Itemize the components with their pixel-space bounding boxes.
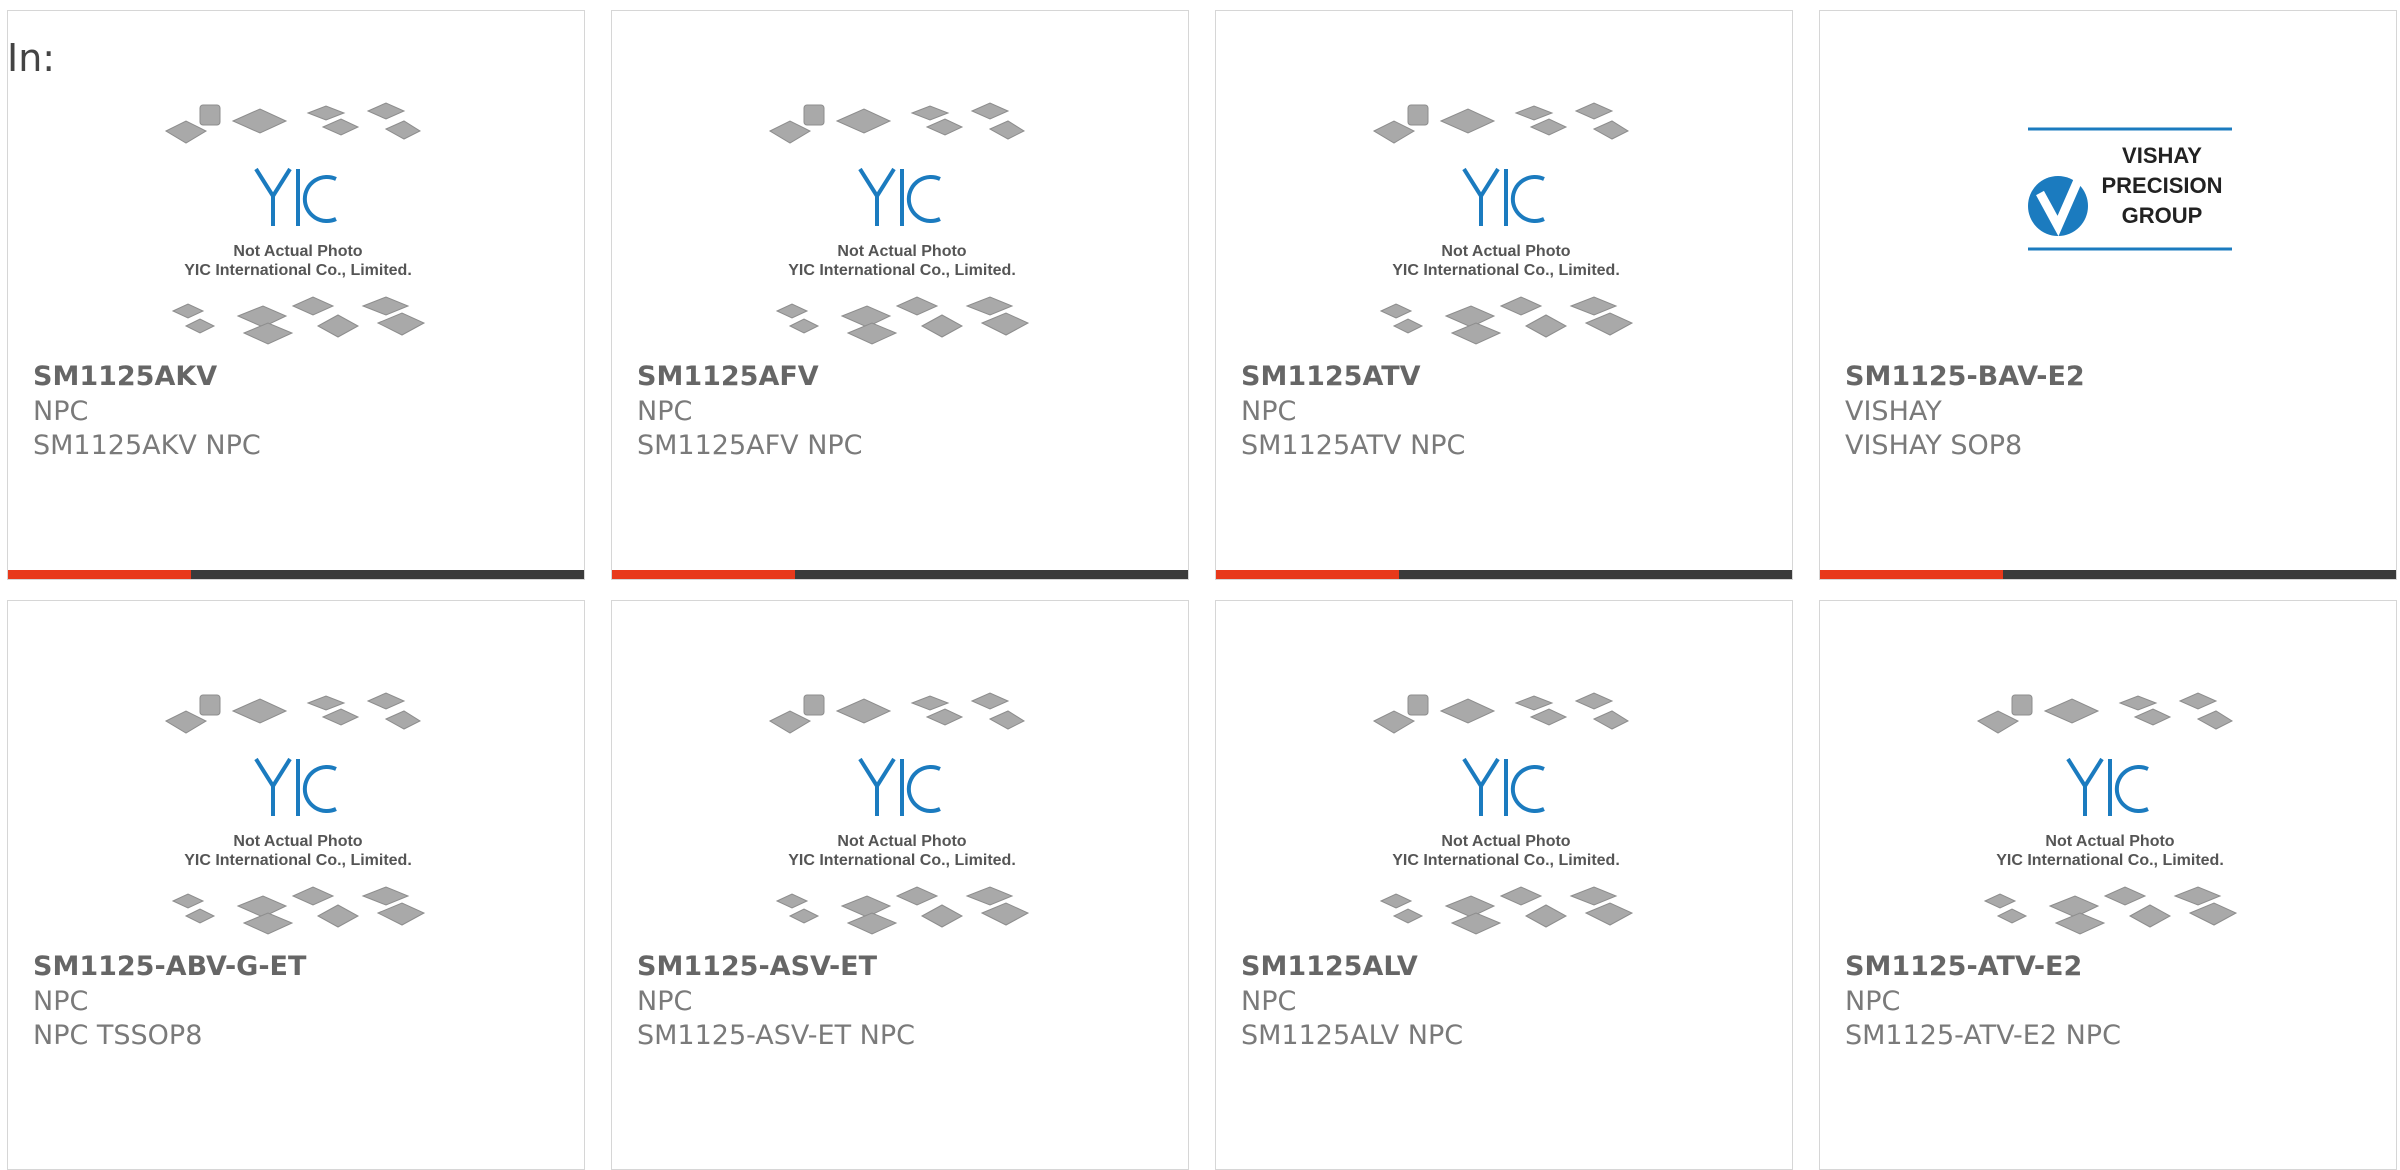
product-card[interactable]: Not Actual Photo YIC International Co., … bbox=[1215, 600, 1793, 1170]
product-part-number[interactable]: SM1125-ATV-E2 bbox=[1845, 951, 2082, 982]
placeholder-line2: YIC International Co., Limited. bbox=[1392, 262, 1620, 279]
product-thumbnail[interactable]: Not Actual Photo YIC International Co., … bbox=[158, 691, 438, 941]
card-footer-accent bbox=[1820, 570, 2003, 579]
placeholder-line1: Not Actual Photo bbox=[233, 833, 362, 850]
card-footer-bar bbox=[612, 570, 1188, 579]
product-part-number[interactable]: SM1125ATV bbox=[1241, 361, 1421, 392]
card-footer-accent bbox=[612, 570, 795, 579]
product-part-number[interactable]: SM1125-ASV-ET bbox=[637, 951, 877, 982]
product-description: SM1125-ATV-E2 NPC bbox=[1845, 1020, 2121, 1051]
product-description: VISHAY SOP8 bbox=[1845, 430, 2023, 461]
product-card[interactable]: Not Actual Photo YIC International Co., … bbox=[611, 600, 1189, 1170]
card-footer-bar bbox=[1820, 570, 2396, 579]
product-manufacturer: VISHAY bbox=[1845, 396, 1942, 427]
placeholder-line1: Not Actual Photo bbox=[1441, 833, 1570, 850]
placeholder-line2: YIC International Co., Limited. bbox=[788, 262, 1016, 279]
product-thumbnail[interactable]: Not Actual Photo YIC International Co., … bbox=[1366, 101, 1646, 351]
vishay-line2: PRECISION bbox=[2101, 173, 2222, 198]
product-manufacturer: NPC bbox=[33, 986, 89, 1017]
product-description: NPC TSSOP8 bbox=[33, 1020, 203, 1051]
placeholder-line1: Not Actual Photo bbox=[233, 243, 362, 260]
product-part-number[interactable]: SM1125AKV bbox=[33, 361, 217, 392]
placeholder-line2: YIC International Co., Limited. bbox=[1392, 852, 1620, 869]
in-label: In: bbox=[7, 36, 56, 80]
product-description: SM1125-ASV-ET NPC bbox=[637, 1020, 916, 1051]
placeholder-line2: YIC International Co., Limited. bbox=[184, 262, 412, 279]
product-placeholder-image: Not Actual Photo YIC International Co., … bbox=[164, 692, 426, 935]
product-thumbnail[interactable]: VISHAY PRECISION GROUP bbox=[1970, 101, 2250, 351]
product-manufacturer: NPC bbox=[637, 396, 693, 427]
product-card[interactable]: Not Actual Photo YIC International Co., … bbox=[7, 600, 585, 1170]
vishay-line1: VISHAY bbox=[2122, 143, 2202, 168]
product-thumbnail[interactable]: Not Actual Photo YIC International Co., … bbox=[158, 101, 438, 351]
product-part-number[interactable]: SM1125ALV bbox=[1241, 951, 1418, 982]
product-thumbnail[interactable]: Not Actual Photo YIC International Co., … bbox=[1970, 691, 2250, 941]
product-card[interactable]: Not Actual Photo YIC International Co., … bbox=[1819, 600, 2397, 1170]
product-placeholder-image: Not Actual Photo YIC International Co., … bbox=[164, 102, 426, 345]
product-thumbnail[interactable]: Not Actual Photo YIC International Co., … bbox=[762, 101, 1042, 351]
placeholder-line1: Not Actual Photo bbox=[837, 833, 966, 850]
placeholder-line1: Not Actual Photo bbox=[1441, 243, 1570, 260]
product-thumbnail[interactable]: Not Actual Photo YIC International Co., … bbox=[1366, 691, 1646, 941]
product-thumbnail[interactable]: Not Actual Photo YIC International Co., … bbox=[762, 691, 1042, 941]
placeholder-line2: YIC International Co., Limited. bbox=[184, 852, 412, 869]
product-card[interactable]: Not Actual Photo YIC International Co., … bbox=[7, 10, 585, 580]
placeholder-line2: YIC International Co., Limited. bbox=[1996, 852, 2224, 869]
product-part-number[interactable]: SM1125-BAV-E2 bbox=[1845, 361, 2085, 392]
product-part-number[interactable]: SM1125-ABV-G-ET bbox=[33, 951, 306, 982]
vishay-line3: GROUP bbox=[2122, 203, 2203, 228]
product-manufacturer: NPC bbox=[33, 396, 89, 427]
product-description: SM1125ATV NPC bbox=[1241, 430, 1466, 461]
product-description: SM1125ALV NPC bbox=[1241, 1020, 1464, 1051]
product-part-number[interactable]: SM1125AFV bbox=[637, 361, 819, 392]
placeholder-line1: Not Actual Photo bbox=[2045, 833, 2174, 850]
product-manufacturer: NPC bbox=[637, 986, 693, 1017]
card-footer-accent bbox=[8, 570, 191, 579]
card-footer-bar bbox=[8, 570, 584, 579]
product-description: SM1125AFV NPC bbox=[637, 430, 863, 461]
placeholder-line1: Not Actual Photo bbox=[837, 243, 966, 260]
card-footer-accent bbox=[1216, 570, 1399, 579]
product-manufacturer: NPC bbox=[1241, 986, 1297, 1017]
product-placeholder-image: Not Actual Photo YIC International Co., … bbox=[768, 102, 1030, 345]
product-card[interactable]: Not Actual Photo YIC International Co., … bbox=[611, 10, 1189, 580]
product-card[interactable]: VISHAY PRECISION GROUP SM1125-BAV-E2 VISH… bbox=[1819, 10, 2397, 580]
product-manufacturer: NPC bbox=[1241, 396, 1297, 427]
product-placeholder-image: Not Actual Photo YIC International Co., … bbox=[1372, 102, 1634, 345]
product-description: SM1125AKV NPC bbox=[33, 430, 261, 461]
placeholder-line2: YIC International Co., Limited. bbox=[788, 852, 1016, 869]
vishay-logo-image: VISHAY PRECISION GROUP bbox=[2028, 127, 2232, 251]
product-manufacturer: NPC bbox=[1845, 986, 1901, 1017]
card-footer-bar bbox=[1216, 570, 1792, 579]
product-placeholder-image: Not Actual Photo YIC International Co., … bbox=[1976, 692, 2238, 935]
product-placeholder-image: Not Actual Photo YIC International Co., … bbox=[1372, 692, 1634, 935]
product-placeholder-image: Not Actual Photo YIC International Co., … bbox=[768, 692, 1030, 935]
product-card[interactable]: Not Actual Photo YIC International Co., … bbox=[1215, 10, 1793, 580]
